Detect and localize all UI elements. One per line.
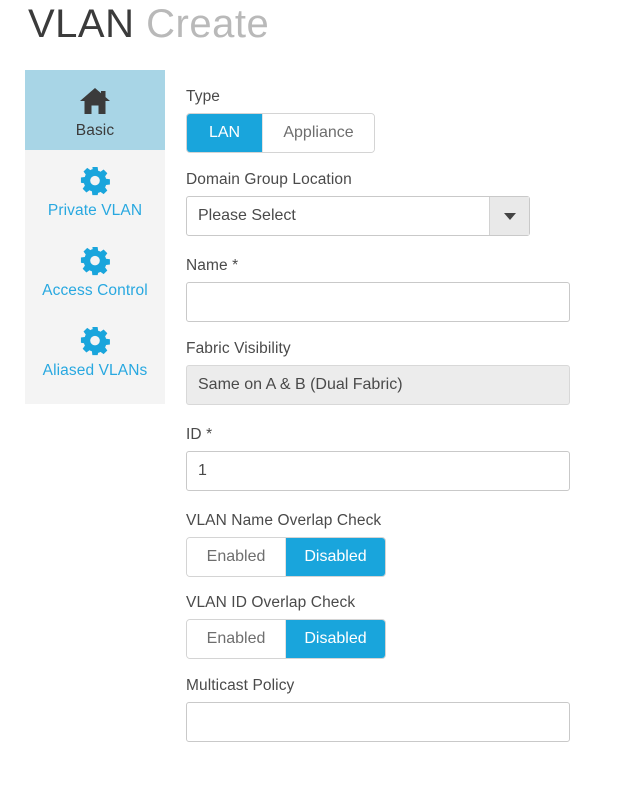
dropdown-arrow-button[interactable] <box>489 197 529 235</box>
page-title: VLAN Create <box>28 2 269 47</box>
chevron-down-icon <box>503 212 516 220</box>
domain-group-location-value: Please Select <box>198 207 296 224</box>
required-marker: * <box>206 426 213 443</box>
field-vlan-id-overlap-check: VLAN ID Overlap Check Enabled Disabled <box>186 594 586 659</box>
id-input[interactable] <box>186 451 570 491</box>
field-domain-group-location: Domain Group Location Please Select <box>186 171 586 236</box>
field-label-name-text: Name <box>186 257 228 274</box>
vlan-id-overlap-option-disabled[interactable]: Disabled <box>285 620 385 658</box>
sidebar-item-label: Basic <box>75 122 115 139</box>
sidebar-item-access-control[interactable]: Access Control <box>25 230 165 310</box>
field-name: Name * <box>186 257 586 322</box>
sidebar-item-label: Access Control <box>42 282 148 299</box>
field-label-multicast-policy: Multicast Policy <box>186 677 295 694</box>
wizard-sidebar: Basic Private VLAN Access Control Aliase… <box>25 70 165 404</box>
vlan-id-overlap-option-enabled[interactable]: Enabled <box>187 620 285 658</box>
page-title-secondary: Create <box>146 2 270 46</box>
field-multicast-policy: Multicast Policy <box>186 677 586 742</box>
name-input[interactable] <box>186 282 570 322</box>
field-vlan-name-overlap-check: VLAN Name Overlap Check Enabled Disabled <box>186 512 586 577</box>
field-label-vlan-name-overlap-check: VLAN Name Overlap Check <box>186 512 382 529</box>
field-type: Type LAN Appliance <box>186 88 586 153</box>
field-label-id-text: ID <box>186 426 202 443</box>
page-title-primary: VLAN <box>28 2 135 46</box>
multicast-policy-input[interactable] <box>186 702 570 742</box>
basic-form: Type LAN Appliance Domain Group Location… <box>186 88 586 742</box>
domain-group-location-select[interactable]: Please Select <box>186 196 530 236</box>
field-fabric-visibility: Fabric Visibility Same on A & B (Dual Fa… <box>186 340 586 405</box>
home-icon <box>29 84 161 118</box>
field-label-fabric-visibility: Fabric Visibility <box>186 340 291 357</box>
sidebar-item-basic[interactable]: Basic <box>25 70 165 150</box>
type-option-lan[interactable]: LAN <box>187 114 262 152</box>
fabric-visibility-value: Same on A & B (Dual Fabric) <box>186 365 570 405</box>
gear-icon <box>29 164 161 198</box>
vlan-name-overlap-toggle-group[interactable]: Enabled Disabled <box>186 537 386 577</box>
sidebar-item-label: Private VLAN <box>47 202 143 219</box>
field-label-domain-group-location: Domain Group Location <box>186 171 352 188</box>
sidebar-item-label: Aliased VLANs <box>42 362 148 379</box>
type-toggle-group[interactable]: LAN Appliance <box>186 113 375 153</box>
gear-icon <box>29 324 161 358</box>
field-id: ID * <box>186 426 586 491</box>
vlan-name-overlap-option-enabled[interactable]: Enabled <box>187 538 285 576</box>
sidebar-item-private-vlan[interactable]: Private VLAN <box>25 150 165 230</box>
gear-icon <box>29 244 161 278</box>
required-marker: * <box>232 257 239 274</box>
field-label-type: Type <box>186 88 221 105</box>
field-label-name: Name * <box>186 257 586 275</box>
type-option-appliance[interactable]: Appliance <box>262 114 374 152</box>
vlan-create-page: VLAN Create Basic Private VLAN Access Co… <box>0 0 638 800</box>
sidebar-item-aliased-vlans[interactable]: Aliased VLANs <box>25 310 165 390</box>
vlan-name-overlap-option-disabled[interactable]: Disabled <box>285 538 385 576</box>
field-label-id: ID * <box>186 426 586 444</box>
vlan-id-overlap-toggle-group[interactable]: Enabled Disabled <box>186 619 386 659</box>
field-label-vlan-id-overlap-check: VLAN ID Overlap Check <box>186 594 356 611</box>
